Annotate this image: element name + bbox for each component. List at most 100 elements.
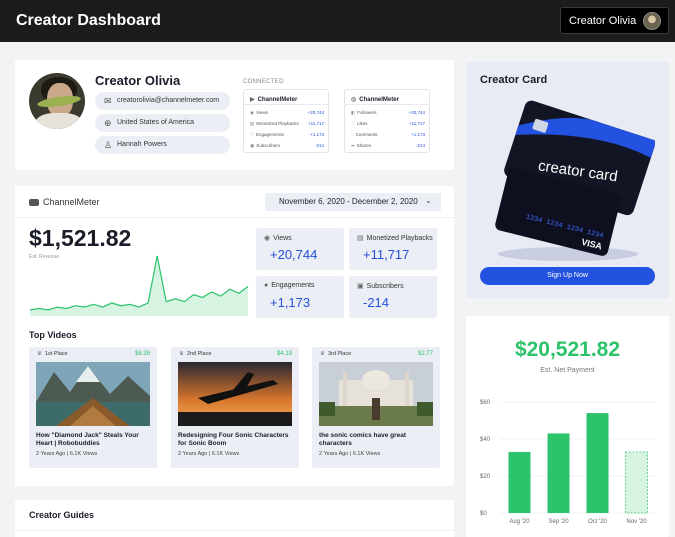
subscribe-icon: ▣	[250, 143, 255, 148]
country-pill: ⊕ United States of America	[95, 114, 230, 132]
trophy-icon: ♛	[179, 351, 184, 357]
bar-1	[547, 433, 570, 513]
stat-engagements: ● Engagements +1,173	[256, 276, 344, 318]
video-place: ♛ 2nd Place	[179, 351, 212, 357]
eye-icon: ◉	[250, 110, 254, 115]
channel-name: ChannelMeter	[43, 197, 100, 207]
net-payment-label: Est. Net Payment	[540, 367, 595, 374]
video-meta: 2 Years Ago | 6.1K Views	[178, 451, 240, 457]
net-payment-bar-chart: $0 $20 $40 $60 Aug '20 Sep '20 Oct '20 Nov '20	[480, 400, 656, 525]
stat-monetized: ▤ Monetized Playbacks +11,717	[349, 228, 437, 270]
account-stat-row: ♡ Likes +11,717	[351, 121, 425, 126]
profile-name: Creator Olivia	[95, 73, 181, 88]
video-earnings: $2.77	[417, 351, 433, 357]
heart-icon: ●	[264, 282, 269, 289]
globe-icon: ⊕	[104, 118, 112, 128]
account-stat-row: ◉ Views +20,744	[250, 110, 324, 115]
net-payment-amount: $20,521.82	[514, 338, 621, 361]
account-name: ChannelMeter	[257, 97, 298, 103]
video-thumbnail[interactable]	[36, 362, 150, 426]
video-earnings: $4.19	[276, 351, 292, 357]
connected-label: CONNECTED	[243, 79, 284, 85]
stat-value: +1,173	[270, 295, 311, 310]
money-icon: ▤	[357, 235, 364, 242]
connected-account-instagram[interactable]: ◎ ChannelMeter ◧ Followers +20,744 ♡ Likes +1…	[344, 89, 430, 153]
mail-icon: ✉	[104, 96, 112, 106]
profile-card: Creator Olivia ✉ creatorolivia@channelme…	[15, 60, 454, 170]
sign-up-button[interactable]: Sign Up Now	[480, 267, 655, 285]
instagram-icon: ◎	[351, 97, 357, 103]
video-place: ♛ 3rd Place	[320, 351, 352, 357]
account-stat-row: ➦ Shares -214	[351, 143, 425, 148]
net-payment-panel: $20,521.82 Est. Net Payment $0 $20 $40 $60 A…	[466, 316, 669, 537]
bar-3	[625, 451, 648, 514]
video-card[interactable]: ♛ 2nd Place $4.19 Redesigning Four Sonic …	[171, 347, 299, 468]
y-tick-label: $20	[480, 474, 491, 480]
followers-icon: ◧	[351, 110, 356, 115]
x-tick-label: Oct '20	[588, 519, 607, 525]
account-stat-row: ▤ Monetized Playbacks +11,717	[250, 121, 324, 126]
user-avatar	[643, 12, 661, 30]
revenue-sparkline	[29, 255, 249, 316]
date-range-text: November 6, 2020 - December 2, 2020	[279, 197, 418, 206]
youtube-icon	[29, 199, 39, 206]
manager-pill: ♙ Hannah Powers	[95, 136, 230, 154]
account-stat-row: ♡ Engagements +1,173	[250, 132, 324, 137]
channel-header: ChannelMeter	[29, 197, 100, 207]
y-tick-label: $60	[480, 400, 491, 406]
video-meta: 2 Years Ago | 6.1K Views	[319, 451, 381, 457]
video-thumbnail[interactable]	[319, 362, 433, 426]
stat-value: +20,744	[270, 247, 318, 262]
creator-card-title: Creator Card	[480, 74, 548, 86]
video-card[interactable]: ♛ 1st Place $8.39 How "Diamond Jack" Stea…	[29, 347, 157, 468]
account-stat-row: ◧ Followers +20,744	[351, 110, 425, 115]
profile-avatar	[29, 73, 85, 129]
stat-subscribers: ▣ Subscribers -214	[349, 276, 437, 318]
account-stat-row: ▣ Subscribers -214	[250, 143, 324, 148]
subscribe-icon: ▣	[357, 283, 364, 290]
account-stat-row: ◌ Comments +1,173	[351, 132, 425, 137]
y-tick-label: $0	[480, 511, 487, 517]
youtube-icon: ▶	[250, 97, 255, 103]
x-tick-label: Nov '20	[626, 519, 647, 525]
money-icon: ▤	[250, 121, 255, 126]
creator-card-panel: Creator Card creator card 1234 1234 1234…	[466, 62, 669, 298]
video-place: ♛ 1st Place	[37, 351, 68, 357]
video-earnings: $8.39	[134, 351, 150, 357]
email-pill: ✉ creatorolivia@channelmeter.com	[95, 92, 230, 110]
video-card[interactable]: ♛ 3rd Place $2.77 the sonic comics have g…	[312, 347, 440, 468]
profile-country: United States of America	[117, 119, 195, 126]
creator-guides-panel: Creator Guides	[15, 500, 454, 537]
x-tick-label: Sep '20	[548, 519, 569, 525]
connected-account-youtube[interactable]: ▶ ChannelMeter ◉ Views +20,744 ▤ Monetized P…	[243, 89, 329, 153]
trophy-icon: ♛	[320, 351, 325, 357]
video-title: the sonic comics have great characters	[319, 432, 407, 447]
stat-value: +11,717	[363, 247, 410, 262]
top-videos-title: Top Videos	[29, 330, 77, 340]
credit-card-illustration: creator card 1234 1234 1234 1234 VISA	[495, 100, 655, 261]
video-thumbnail[interactable]	[178, 362, 292, 426]
user-menu-button[interactable]: Creator Olivia	[560, 7, 669, 34]
top-bar: Creator Dashboard Creator Olivia	[0, 0, 675, 42]
stat-views: ◉ Views +20,744	[256, 228, 344, 270]
share-icon: ➦	[351, 143, 355, 148]
date-range-dropdown[interactable]: November 6, 2020 - December 2, 2020 ⌄	[265, 193, 441, 211]
trophy-icon: ♛	[37, 351, 42, 357]
comment-icon: ◌	[351, 132, 354, 137]
bar-0	[508, 451, 531, 513]
app-title: Creator Dashboard	[16, 12, 161, 29]
person-icon: ♙	[104, 140, 113, 150]
analytics-panel: ChannelMeter November 6, 2020 - December…	[15, 186, 454, 486]
account-name: ChannelMeter	[359, 97, 399, 103]
video-title: Redesigning Four Sonic Characters for So…	[178, 432, 289, 447]
creator-guides-title: Creator Guides	[29, 510, 95, 520]
eye-icon: ◉	[264, 235, 271, 242]
chevron-down-icon: ⌄	[425, 196, 432, 205]
video-meta: 2 Years Ago | 6.1K Views	[36, 451, 98, 457]
stat-value: -214	[363, 295, 390, 310]
bar-2	[586, 413, 609, 513]
y-tick-label: $40	[480, 437, 491, 443]
user-name: Creator Olivia	[569, 15, 637, 27]
heart-icon: ♡	[351, 121, 356, 126]
heart-icon: ♡	[250, 132, 255, 137]
